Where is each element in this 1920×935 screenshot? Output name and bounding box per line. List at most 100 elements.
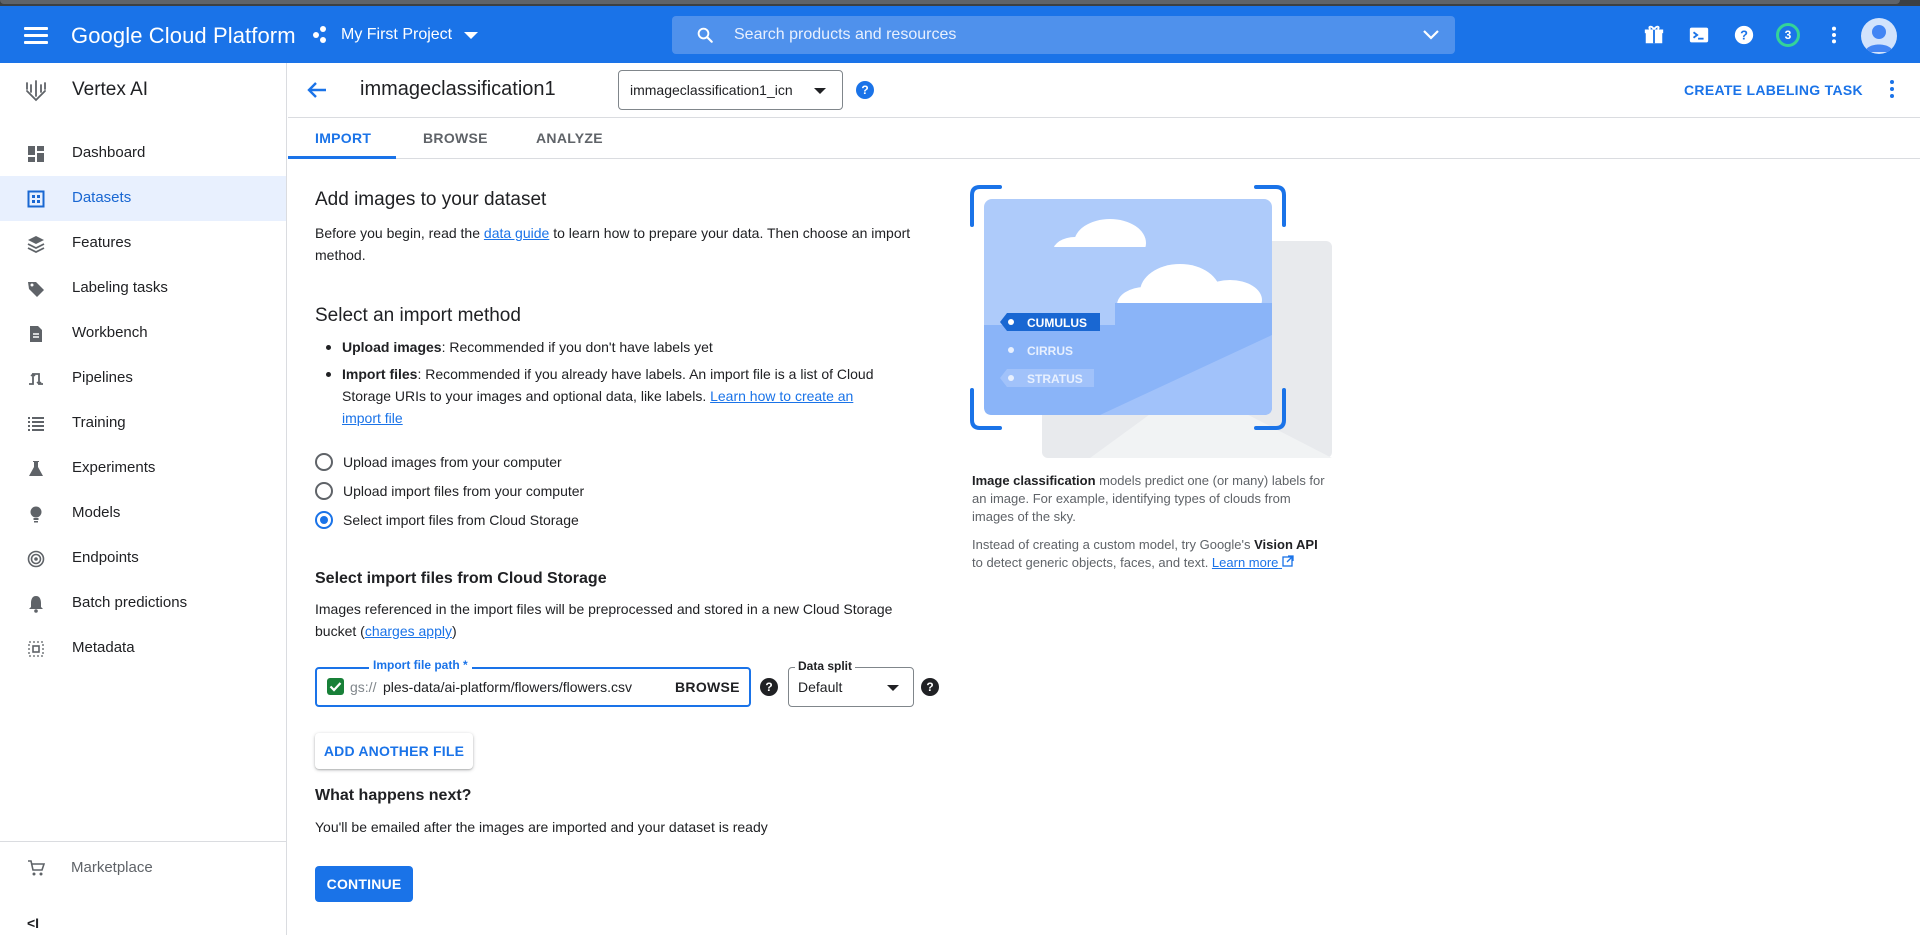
sidebar-item-metadata[interactable]: Metadata bbox=[0, 626, 286, 671]
chevron-down-icon bbox=[814, 88, 826, 94]
cirrus-tag: CIRRUS bbox=[1000, 341, 1082, 359]
tag-label: CIRRUS bbox=[1027, 344, 1073, 358]
more-vert-icon[interactable] bbox=[1823, 24, 1845, 46]
sidebar-item-experiments[interactable]: Experiments bbox=[0, 446, 286, 491]
sidebar-item-features[interactable]: Features bbox=[0, 221, 286, 266]
radio-upload-images[interactable]: Upload images from your computer bbox=[315, 450, 562, 474]
sidebar-item-label: Metadata bbox=[72, 639, 135, 656]
hamburger-menu-icon[interactable] bbox=[22, 24, 50, 46]
intro-text: Before you begin, read the data guide to… bbox=[315, 222, 935, 266]
continue-button[interactable]: CONTINUE bbox=[315, 866, 413, 902]
sidebar-header: Vertex AI bbox=[0, 63, 286, 117]
project-selector[interactable]: My First Project bbox=[313, 18, 479, 52]
project-name: My First Project bbox=[341, 26, 453, 43]
sidebar-item-label: Workbench bbox=[72, 324, 148, 341]
sidebar-item-batch-predictions[interactable]: Batch predictions bbox=[0, 581, 286, 626]
sidebar-item-pipelines[interactable]: Pipelines bbox=[0, 356, 286, 401]
avatar[interactable] bbox=[1861, 18, 1897, 54]
cloud-shell-icon[interactable] bbox=[1688, 24, 1710, 46]
import-file-path-field[interactable]: Import file path * gs:// BROWSE bbox=[315, 658, 751, 707]
dataset-version-select[interactable]: immageclassification1_icn bbox=[618, 70, 843, 110]
chevron-down-icon bbox=[464, 31, 479, 39]
bullet-text: : Recommended if you don't have labels y… bbox=[441, 339, 713, 355]
cloud-storage-heading: Select import files from Cloud Storage bbox=[315, 570, 607, 587]
data-guide-link[interactable]: data guide bbox=[484, 225, 549, 241]
add-another-file-button[interactable]: ADD ANOTHER FILE bbox=[315, 733, 473, 769]
search-bar[interactable] bbox=[672, 16, 1455, 54]
create-labeling-task-button[interactable]: CREATE LABELING TASK bbox=[1684, 82, 1863, 98]
tab-import[interactable]: IMPORT bbox=[315, 130, 371, 146]
sidebar-item-dashboard[interactable]: Dashboard bbox=[0, 131, 286, 176]
tag-label: CUMULUS bbox=[1027, 316, 1087, 330]
cumulus-tag: CUMULUS bbox=[1000, 313, 1100, 331]
collapse-sidebar-button[interactable]: <I bbox=[27, 915, 39, 931]
active-tab-indicator bbox=[288, 156, 396, 159]
info-text: Instead of creating a custom model, try … bbox=[972, 537, 1255, 552]
brand-title[interactable]: Google Cloud Platform bbox=[71, 23, 296, 49]
help-icon[interactable]: ? bbox=[856, 81, 874, 99]
dashboard-icon bbox=[28, 146, 44, 162]
radio-button[interactable] bbox=[315, 453, 333, 471]
radio-upload-import-files[interactable]: Upload import files from your computer bbox=[315, 479, 584, 503]
sidebar-item-endpoints[interactable]: Endpoints bbox=[0, 536, 286, 581]
endpoints-icon bbox=[27, 550, 45, 568]
gift-icon[interactable] bbox=[1643, 24, 1665, 46]
tab-analyze[interactable]: ANALYZE bbox=[536, 130, 603, 146]
radio-button-selected[interactable] bbox=[315, 511, 333, 529]
help-icon[interactable]: ? bbox=[921, 678, 939, 696]
search-input[interactable] bbox=[734, 20, 1384, 50]
intro-text-start: Before you begin, read the bbox=[315, 225, 484, 241]
next-steps-text: You'll be emailed after the images are i… bbox=[315, 819, 768, 835]
more-vert-icon[interactable] bbox=[1888, 80, 1896, 100]
top-app-bar: Google Cloud Platform My First Project ?… bbox=[0, 6, 1920, 63]
svg-text:?: ? bbox=[1740, 28, 1748, 43]
learn-more-link[interactable]: Learn more bbox=[1212, 555, 1294, 570]
workbench-icon bbox=[30, 326, 42, 342]
check-icon bbox=[329, 682, 342, 692]
sidebar-item-labeling-tasks[interactable]: Labeling tasks bbox=[0, 266, 286, 311]
sidebar-title: Vertex AI bbox=[72, 79, 149, 100]
browse-button[interactable]: BROWSE bbox=[675, 679, 740, 695]
data-split-select[interactable]: Data split Default bbox=[788, 659, 914, 707]
sidebar-item-workbench[interactable]: Workbench bbox=[0, 311, 286, 356]
sidebar-nav: Dashboard Datasets Features Labeling tas… bbox=[0, 131, 286, 671]
models-icon bbox=[30, 506, 42, 523]
dataset-version-value: immageclassification1_icn bbox=[630, 82, 793, 98]
radio-button[interactable] bbox=[315, 482, 333, 500]
vision-api-info: Instead of creating a custom model, try … bbox=[972, 536, 1332, 572]
help-icon[interactable]: ? bbox=[760, 678, 778, 696]
datasets-icon bbox=[27, 190, 45, 208]
radio-cloud-storage[interactable]: Select import files from Cloud Storage bbox=[315, 508, 579, 532]
sidebar-item-training[interactable]: Training bbox=[0, 401, 286, 446]
stratus-tag: STRATUS bbox=[1000, 369, 1094, 387]
sidebar-item-models[interactable]: Models bbox=[0, 491, 286, 536]
bullet-bold: Import files bbox=[342, 366, 418, 382]
sidebar-item-label: Labeling tasks bbox=[72, 279, 168, 296]
checkbox-checked[interactable] bbox=[327, 678, 344, 695]
next-steps-heading: What happens next? bbox=[315, 787, 472, 804]
image-classification-info: Image classification models predict one … bbox=[972, 472, 1332, 526]
chevron-down-icon[interactable] bbox=[1423, 28, 1439, 42]
bullet-bold: Upload images bbox=[342, 339, 442, 355]
sidebar-item-datasets[interactable]: Datasets bbox=[0, 176, 286, 221]
import-file-path-input[interactable] bbox=[383, 675, 663, 699]
list-item: Import files: Recommended if you already… bbox=[315, 363, 895, 429]
radio-label: Upload images from your computer bbox=[343, 454, 562, 470]
help-icon[interactable]: ? bbox=[1733, 24, 1755, 46]
account-icon bbox=[1865, 25, 1893, 52]
project-dots-icon bbox=[313, 26, 331, 44]
pipelines-icon bbox=[29, 372, 43, 386]
sidebar-item-marketplace[interactable]: Marketplace bbox=[0, 842, 286, 894]
notifications-badge[interactable]: 3 bbox=[1776, 23, 1800, 47]
page-title: immageclassification1 bbox=[360, 78, 556, 100]
vertex-ai-logo-icon bbox=[26, 80, 46, 102]
tab-browse[interactable]: BROWSE bbox=[423, 130, 488, 146]
storage-text-end: ) bbox=[451, 623, 457, 639]
sidebar-item-label: Models bbox=[72, 504, 121, 521]
search-icon bbox=[697, 27, 713, 43]
back-arrow-icon[interactable] bbox=[306, 79, 328, 101]
sidebar-item-label: Datasets bbox=[72, 189, 132, 206]
chevron-down-icon bbox=[887, 685, 899, 691]
charges-apply-link[interactable]: charges apply bbox=[365, 623, 452, 639]
features-icon bbox=[27, 236, 45, 253]
